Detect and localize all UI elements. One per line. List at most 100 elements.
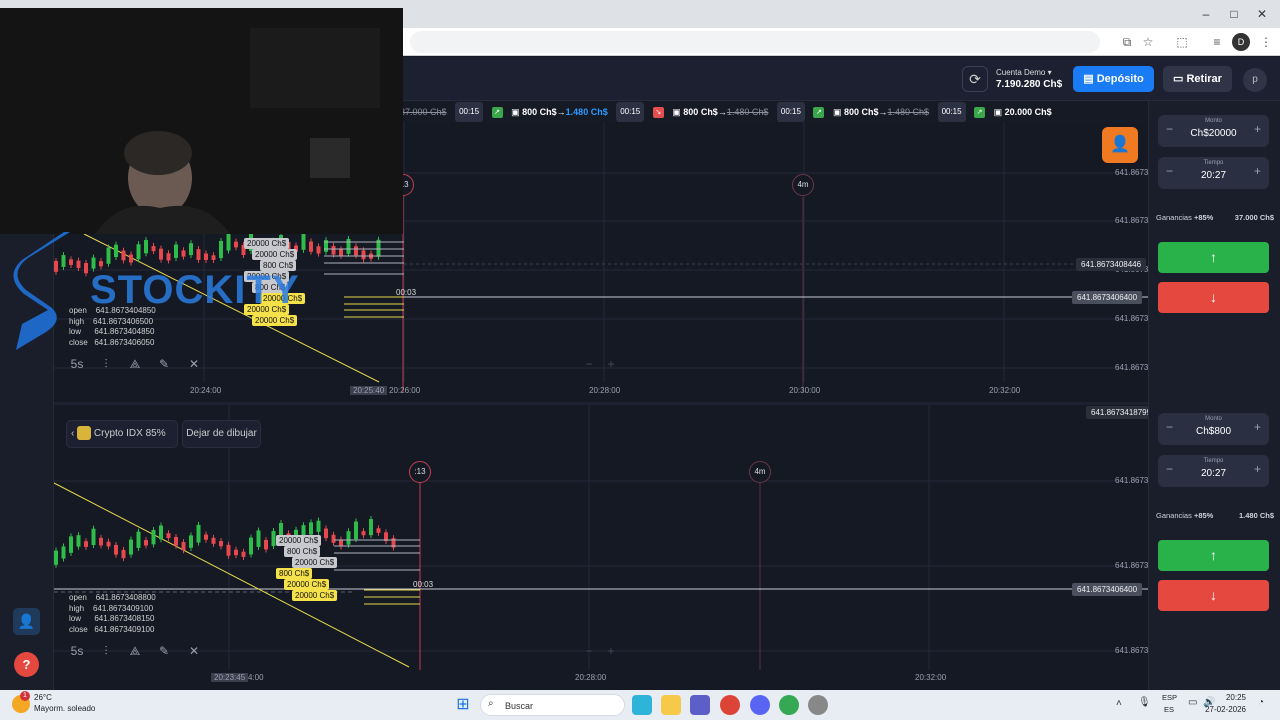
drawing-tools-icon[interactable]: ⟁ xyxy=(124,353,146,375)
increase-amount-button[interactable]: + xyxy=(1254,420,1261,434)
window-minimize-button[interactable]: – xyxy=(1196,6,1216,22)
timeframe-button[interactable]: 5s xyxy=(66,640,88,662)
candle-body xyxy=(204,534,208,540)
profit-info: Ganancias +85% 37.000 Ch$ xyxy=(1156,213,1274,222)
pencil-icon[interactable]: ✎ xyxy=(153,640,175,662)
buy-up-button[interactable]: ↑ xyxy=(1158,242,1269,273)
teams-icon[interactable] xyxy=(690,695,710,715)
clock-date[interactable]: 27-02-2026 xyxy=(1198,705,1246,714)
arrow-down-icon: ↓ xyxy=(1210,587,1217,603)
extensions-icon[interactable]: ⬚ xyxy=(1173,33,1191,51)
increase-time-button[interactable]: + xyxy=(1254,164,1261,178)
indicators-icon[interactable]: ⫶ xyxy=(95,640,117,662)
url-input[interactable] xyxy=(410,31,1100,53)
high-value: 641.8673406500 xyxy=(93,316,154,326)
window-maximize-button[interactable]: □ xyxy=(1224,6,1244,22)
help-icon[interactable]: ? xyxy=(14,652,39,677)
deposit-button[interactable]: ▤ Depósito xyxy=(1073,66,1154,92)
chrome-active-icon[interactable] xyxy=(779,695,799,715)
zoom-in-button[interactable]: + xyxy=(600,353,622,375)
edge-icon[interactable] xyxy=(632,695,652,715)
x-tick-highlight: 20:23:45 xyxy=(211,673,249,682)
amount-field[interactable]: − Monto Ch$20000 + xyxy=(1158,115,1269,147)
close-icon[interactable]: ✕ xyxy=(183,353,205,375)
cast-icon[interactable]: ⧉ xyxy=(1118,33,1136,51)
arrow-up-icon: ↑ xyxy=(1210,547,1217,563)
timeframe-button[interactable]: 5s xyxy=(66,353,88,375)
x-tick: 20:24:00 xyxy=(190,386,222,395)
discord-icon[interactable] xyxy=(750,695,770,715)
candle-body xyxy=(144,540,148,546)
taskbar-search-input[interactable]: Buscar xyxy=(480,694,625,716)
amount-label: Monto xyxy=(1205,118,1222,124)
expiry-timer-4m: 4m xyxy=(792,174,814,196)
support-user-icon[interactable]: 👤 xyxy=(13,608,40,635)
candle-body xyxy=(84,541,88,547)
browser-menu-icon[interactable]: ⋮ xyxy=(1257,33,1275,51)
stop-drawing-button[interactable]: Dejar de dibujar xyxy=(182,420,261,448)
chrome-icon[interactable] xyxy=(720,695,740,715)
asset-selector[interactable]: ‹ Crypto IDX 85% xyxy=(66,420,178,448)
account-type-dropdown[interactable]: Cuenta Demo ▾ xyxy=(996,68,1052,77)
withdraw-button[interactable]: ▭ Retirar xyxy=(1163,66,1232,92)
windows-start-icon[interactable]: ⊞ xyxy=(453,695,473,715)
ticker-to: 1.480 Ch$ xyxy=(726,107,769,117)
bookmark-star-icon[interactable]: ☆ xyxy=(1139,33,1157,51)
candle-body xyxy=(316,246,321,254)
zoom-out-button[interactable]: − xyxy=(578,640,600,662)
ticker-time: 00:15 xyxy=(937,102,966,122)
sell-down-button[interactable]: ↓ xyxy=(1158,580,1269,611)
avatar[interactable]: p xyxy=(1243,68,1267,92)
add-user-button[interactable]: 👤 xyxy=(1102,127,1138,163)
ticker-item: ▣ 20.000 Ch$ xyxy=(994,102,1052,122)
time-field[interactable]: − Tiempo 20:27 + xyxy=(1158,455,1269,487)
media-icon[interactable]: ≡ xyxy=(1208,33,1226,51)
asset-name: Crypto IDX 85% xyxy=(93,428,166,439)
stockity-logo xyxy=(8,228,80,353)
chevron-up-icon[interactable]: ˄ xyxy=(1116,698,1122,709)
profile-avatar[interactable]: D xyxy=(1232,33,1250,51)
candle-body xyxy=(144,240,148,254)
notifications-icon[interactable]: ◔ xyxy=(1258,697,1264,708)
zoom-in-button[interactable]: + xyxy=(600,640,622,662)
pencil-icon[interactable]: ✎ xyxy=(153,353,175,375)
increase-time-button[interactable]: + xyxy=(1254,462,1261,476)
trade-label: 20000 Ch$ xyxy=(252,249,298,260)
indicators-icon[interactable]: ⫶ xyxy=(95,353,117,375)
account-type-label: Cuenta Demo xyxy=(996,68,1046,77)
candle-body xyxy=(106,247,111,264)
ticker-from: 800 Ch$ xyxy=(683,107,718,117)
time-field[interactable]: − Tiempo 20:27 + xyxy=(1158,157,1269,189)
ohlc-legend: open 641.8673408800 high 641.8673409100 … xyxy=(69,593,156,635)
y-tick: 641.8673 xyxy=(1115,646,1149,655)
candle-body xyxy=(159,525,163,540)
webcam-person-image xyxy=(0,8,403,234)
language-top[interactable]: ESP xyxy=(1162,693,1177,702)
buy-up-button[interactable]: ↑ xyxy=(1158,540,1269,571)
drawing-tools-icon[interactable]: ⟁ xyxy=(124,640,146,662)
high-label: high xyxy=(69,603,85,613)
close-icon[interactable]: ✕ xyxy=(183,640,205,662)
candle-body xyxy=(346,238,351,254)
network-icon[interactable]: ▭ xyxy=(1188,697,1197,708)
candle-body xyxy=(121,250,126,261)
expiry-timer: :13 xyxy=(409,461,431,483)
trade-label: 800 Ch$ xyxy=(276,568,313,579)
sell-down-button[interactable]: ↓ xyxy=(1158,282,1269,313)
time-value: 20:27 xyxy=(1200,468,1227,479)
chart-bottom[interactable]: ‹ Crypto IDX 85% Dejar de dibujar open 6… xyxy=(54,405,1157,690)
candle-body xyxy=(211,537,216,544)
candle-body xyxy=(234,549,238,556)
zoom-out-button[interactable]: − xyxy=(578,353,600,375)
increase-amount-button[interactable]: + xyxy=(1254,122,1261,136)
profit-pct: +85% xyxy=(1193,213,1214,222)
app-icon[interactable] xyxy=(808,695,828,715)
microphone-icon[interactable]: 🎙 xyxy=(1138,697,1151,708)
file-explorer-icon[interactable] xyxy=(661,695,681,715)
amount-field[interactable]: − Monto Ch$800 + xyxy=(1158,413,1269,445)
coin-icon: ▣ xyxy=(993,107,1005,117)
language-bottom[interactable]: ES xyxy=(1164,705,1174,714)
refresh-balance-button[interactable]: ⟳ xyxy=(962,66,988,92)
window-close-button[interactable]: ✕ xyxy=(1252,6,1272,22)
clock-time[interactable]: 20:25 xyxy=(1222,693,1246,702)
